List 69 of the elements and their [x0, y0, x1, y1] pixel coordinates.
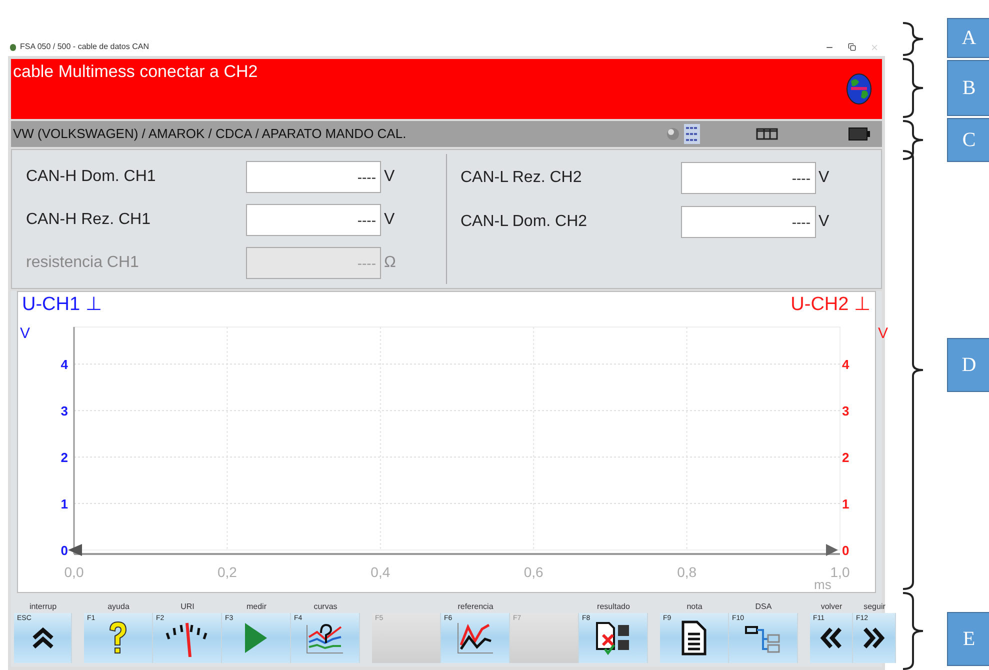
- curves-chart-icon: [305, 621, 345, 655]
- callout-label: C: [947, 118, 989, 162]
- window-title: FSA 050 / 500 - cable de datos CAN: [20, 41, 149, 53]
- x-tick-label: 0,4: [370, 564, 390, 580]
- y-tick-label: 3: [60, 404, 68, 419]
- right-cursor-icon: [826, 544, 838, 556]
- axis-unit: V: [20, 325, 30, 342]
- y-tick-label: 0: [60, 543, 68, 558]
- play-icon: [243, 621, 269, 655]
- value-field[interactable]: ----: [680, 206, 816, 238]
- x-tick-label: 0,6: [524, 564, 544, 580]
- y-tick-label: 4: [60, 357, 68, 372]
- gas-table-icon: [684, 124, 700, 144]
- y-tick-label: 1: [60, 496, 68, 512]
- field-label: CAN-L Dom. CH2: [460, 212, 588, 232]
- y-tick-label: 4: [842, 357, 850, 372]
- unit-label: V: [384, 210, 395, 230]
- function-label: ayuda: [108, 603, 130, 611]
- callout-label: B: [947, 60, 989, 116]
- axis-unit: V: [878, 325, 888, 342]
- callout-label: A: [947, 18, 989, 58]
- vehicle-path: VW (VOLKSWAGEN) / AMAROK / CDCA / APARATO MANDO CAL.: [13, 125, 406, 144]
- value-field[interactable]: ----: [246, 161, 381, 194]
- field-label: CAN-L Rez. CH2: [460, 168, 583, 188]
- callout-label: E: [947, 612, 989, 666]
- document-icon: [681, 620, 707, 656]
- field-label: CAN-H Rez. CH1: [26, 210, 152, 230]
- function-label: seguir: [864, 603, 886, 611]
- x-tick-label: 0,8: [677, 564, 697, 580]
- function-label: resultado: [597, 603, 630, 611]
- channel-label: U-CH2 ⊥: [790, 293, 871, 317]
- restore-icon[interactable]: [848, 43, 856, 51]
- x-tick-label: 0,2: [217, 564, 237, 580]
- channel-label: U-CH1 ⊥: [22, 293, 102, 317]
- function-label: volver: [820, 603, 842, 611]
- globe-logo-icon: [846, 73, 872, 105]
- function-label: medir: [246, 603, 266, 611]
- banner-message: cable Multimess conectar a CH2: [13, 61, 258, 83]
- field-label: resistencia CH1: [26, 252, 140, 273]
- unit-label: V: [818, 168, 830, 188]
- unit-label: Ω: [384, 252, 396, 273]
- x-tick-label: 0,0: [64, 564, 84, 580]
- function-label: referencia: [458, 603, 494, 611]
- left-cursor-icon: [68, 544, 82, 556]
- function-label: URI: [180, 603, 194, 611]
- function-label: curvas: [314, 603, 338, 611]
- x-tick-label: 1,0: [830, 564, 850, 580]
- value-field[interactable]: ----: [680, 162, 816, 194]
- y-tick-label: 2: [60, 450, 68, 466]
- app-icon: [10, 44, 16, 50]
- unit-label: V: [384, 167, 395, 188]
- function-label: DSA: [755, 603, 772, 611]
- function-label: interrup: [29, 603, 57, 611]
- double-chevron-right-icon: [861, 625, 887, 651]
- x-unit-label: ms: [814, 577, 832, 592]
- value-field[interactable]: ----: [246, 204, 381, 236]
- y-tick-label: 3: [842, 404, 850, 419]
- y-tick-label: 0: [842, 543, 850, 558]
- sphere-icon: [666, 127, 680, 141]
- film-frame-icon: [756, 128, 778, 140]
- unit-label: V: [818, 212, 830, 232]
- battery-icon: [848, 127, 870, 141]
- field-label: CAN-H Dom. CH1: [26, 167, 157, 188]
- double-chevron-left-icon: [818, 625, 844, 651]
- function-label: nota: [686, 603, 702, 611]
- reference-curves-icon: [455, 621, 495, 655]
- y-tick-label: 2: [842, 450, 850, 466]
- y-tick-label: 1: [842, 496, 850, 512]
- callout-label: D: [947, 338, 989, 392]
